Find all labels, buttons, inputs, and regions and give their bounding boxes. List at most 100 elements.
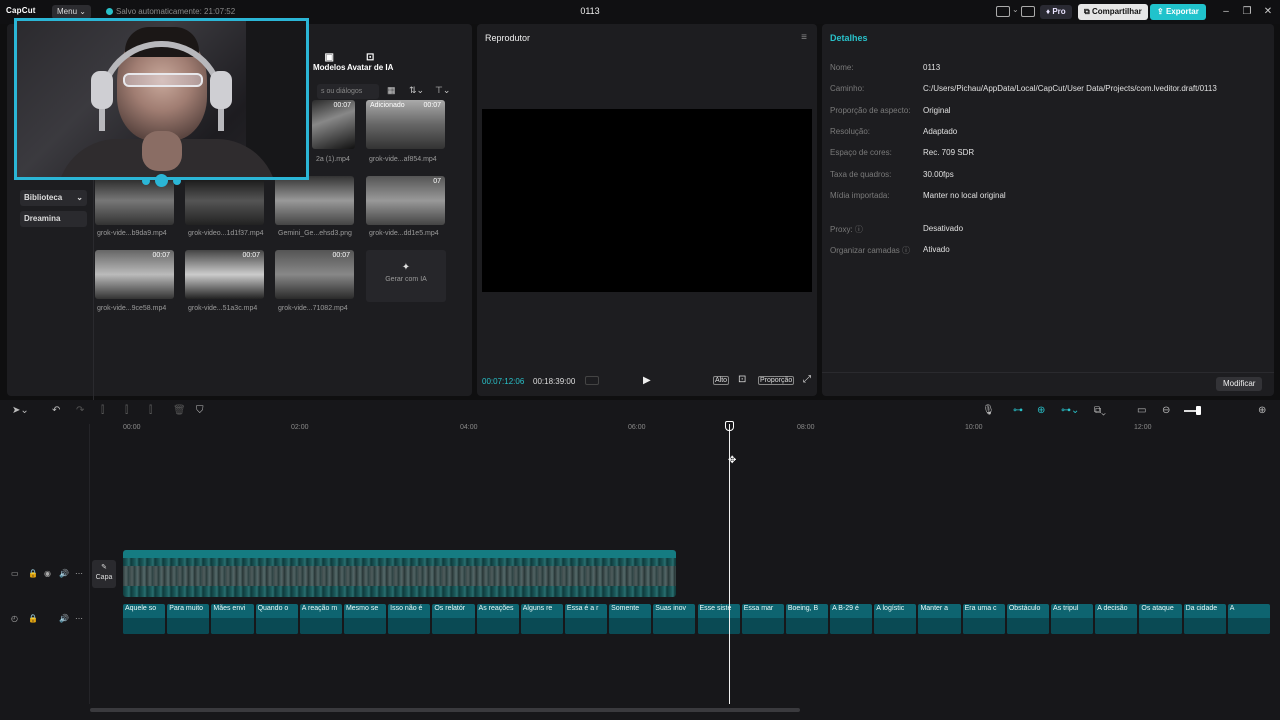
sidebar-item-biblioteca[interactable]: Biblioteca ⌄ [20,190,87,206]
media-thumb[interactable]: 00:07 [275,250,354,299]
subtitle-clip[interactable]: Suas inov [653,604,696,634]
media-thumb[interactable]: 00:07 [95,250,174,299]
link-icon[interactable]: ⊶⌄ [1061,405,1079,416]
subtitle-clip[interactable]: As tripul [1051,604,1094,634]
more-icon[interactable]: ⋯ [75,569,83,578]
more-icon[interactable]: ⋯ [75,614,83,623]
search-input[interactable]: s ou diálogos [317,84,379,99]
subtitle-clip[interactable]: Para muito [167,604,210,634]
subtitle-clip[interactable]: Essa é a r [564,604,608,634]
shortcut-icon[interactable] [1021,6,1035,17]
tab-avatar-ia[interactable]: ⊡ Avatar de IA [347,52,393,72]
subtitle-clip[interactable]: Essa mar [741,604,784,634]
subtitle-clip[interactable]: Esse siste [697,604,740,634]
grid-view-icon[interactable]: ▦ [387,85,396,96]
subtitle-clip[interactable]: A B-29 é [830,604,873,634]
preview-axis-icon[interactable]: ⧉⌄ [1094,405,1106,416]
subtitle-clip-text: Da cidade [1185,605,1218,612]
subtitle-clip[interactable]: As reações [476,604,519,634]
cover-button[interactable]: ✎ Capa [92,560,116,588]
subtitle-clip[interactable]: Mesmo se [343,604,387,634]
restore-icon[interactable]: ❐ [1240,5,1254,19]
subtitle-clip[interactable]: Quando o [255,604,298,634]
subtitle-clip[interactable]: Manter a [918,604,961,634]
modify-button[interactable]: Modificar [1216,377,1263,391]
subtitle-clip[interactable]: Somente [609,604,652,634]
tab-modelos[interactable]: ▣ Modelos [313,52,345,72]
layout-chevron-icon[interactable]: ⌄ [1012,5,1019,14]
export-button[interactable]: ⇪ Exportar [1150,4,1206,20]
subtitle-clip[interactable]: Mães envi [211,604,254,634]
menu-icon[interactable]: ≡ [801,32,807,43]
subtitle-clip[interactable]: Obstáculo [1006,604,1050,634]
fullscreen-icon[interactable]: ⤢ [803,374,811,385]
lock-icon[interactable]: 🔒 [28,569,38,578]
subtitle-clip[interactable]: Isso não é [388,604,431,634]
eye-icon[interactable]: ◉ [44,569,51,578]
playhead-handle[interactable] [725,421,734,431]
subtitle-clip[interactable]: Boeing, B [785,604,829,634]
filter-icon[interactable]: ⊤⌄ [435,85,450,96]
lock-icon[interactable]: 🔒 [28,614,38,623]
share-button[interactable]: ⧉ Compartilhar [1078,4,1148,20]
split-left-icon[interactable]: ⫿ [125,405,128,416]
resize-handle[interactable] [142,177,150,185]
generate-ai-button[interactable]: ✦ Gerar com IA [366,250,446,302]
media-name: grok-vide...71082.mp4 [278,305,348,312]
close-icon[interactable]: ✕ [1261,5,1275,19]
media-thumb[interactable] [275,176,354,225]
undo-icon[interactable]: ↶ [52,405,60,416]
details-title: Detalhes [830,33,868,43]
player-screen[interactable] [482,109,812,292]
link-main-icon[interactable]: ⊶ [1013,405,1023,416]
subtitle-clip[interactable]: Os ataque [1139,604,1182,634]
subtitle-clip[interactable]: Da cidade [1183,604,1226,634]
select-tool-icon[interactable]: ➤⌄ [12,405,29,416]
minimize-icon[interactable]: – [1219,5,1233,19]
media-thumb[interactable]: 07 [366,176,445,225]
subtitle-clip[interactable]: Aquele so [123,604,166,634]
pro-button[interactable]: ♦ Pro [1040,5,1072,19]
caption-icon[interactable]: ▭ [1137,405,1146,416]
subtitle-clip[interactable]: A reação m [299,604,342,634]
tick-label: 02:00 [291,424,309,431]
fit-icon[interactable]: ⊡ [738,374,746,385]
split-right-icon[interactable]: ⫿ [149,405,152,416]
horizontal-scrollbar[interactable] [90,708,800,712]
detail-value: Adaptado [923,127,958,136]
playhead[interactable] [729,424,730,704]
sort-icon[interactable]: ⇅⌄ [409,85,424,96]
timecode-toggle-icon[interactable] [585,376,599,385]
play-icon[interactable]: ▶ [643,375,651,386]
volume-icon[interactable]: 🔊 [59,614,69,623]
redo-icon[interactable]: ↷ [76,405,84,416]
subtitle-clip[interactable]: Era uma c [962,604,1005,634]
resize-handle[interactable] [155,174,168,187]
media-thumb[interactable]: Adicionado 00:07 [366,100,445,149]
media-thumb[interactable] [185,176,264,225]
subtitle-clip[interactable]: A logístic [874,604,917,634]
quality-button[interactable]: Alto [713,376,730,385]
autosave-text: Salvo automaticamente: 21:07:52 [116,7,236,16]
video-track-clips[interactable] [123,550,676,597]
volume-icon[interactable]: 🔊 [59,569,69,578]
sidebar-item-dreamina[interactable]: Dreamina [20,211,87,227]
delete-icon[interactable]: 🗑 [173,405,186,416]
subtitle-clip[interactable]: A decisão [1095,604,1138,634]
split-icon[interactable]: ⫿ [101,405,104,416]
zoom-out-icon[interactable]: ⊖ [1162,405,1170,416]
media-thumb[interactable]: 00:07 [185,250,264,299]
subtitle-clip[interactable]: A [1227,604,1270,634]
shield-icon[interactable]: ⛉ [196,405,204,416]
zoom-slider-knob[interactable] [1196,406,1201,415]
ratio-button[interactable]: Proporção [758,376,795,385]
subtitle-clip[interactable]: Alguns re [520,604,563,634]
microphone-icon[interactable]: 🎙 [982,405,995,416]
subtitle-clip[interactable]: Os relatór [432,604,475,634]
layout-icon[interactable] [996,6,1010,17]
zoom-fit-icon[interactable]: ⊕ [1258,405,1266,416]
resize-handle[interactable] [173,177,181,185]
media-thumb[interactable]: 00:07 [312,100,355,149]
menu-button[interactable]: Menu ⌄ [52,5,91,19]
magnet-icon[interactable]: ⊕ [1037,405,1045,416]
